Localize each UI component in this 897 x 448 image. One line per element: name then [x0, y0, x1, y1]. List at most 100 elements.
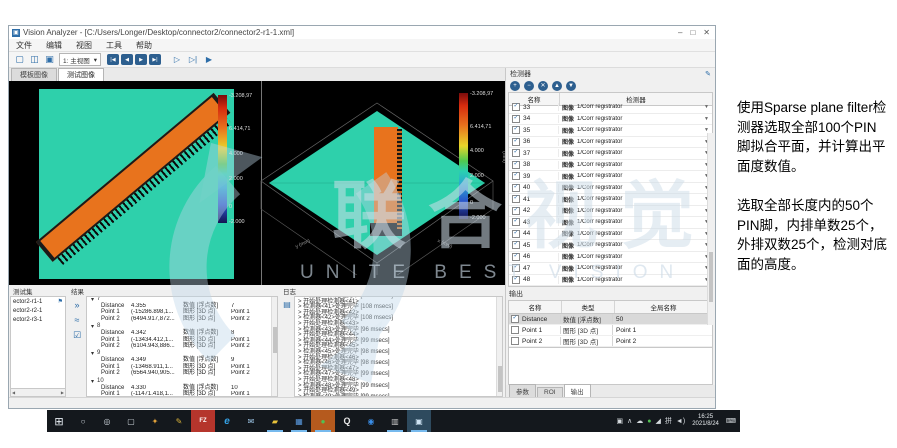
detector-row[interactable]: 35 图像 1/Corr registrator ▼ — [509, 125, 712, 137]
registrator-select[interactable]: 图像 1/Corr registrator ▼ — [559, 126, 712, 135]
onedrive-cloud-icon[interactable]: ☁ — [636, 417, 643, 425]
filezilla-icon[interactable]: FZ — [191, 410, 215, 432]
output-checkbox[interactable] — [511, 337, 519, 345]
outlook-icon[interactable]: ▦ — [287, 410, 311, 432]
detector-checkbox[interactable] — [512, 276, 520, 284]
result-row[interactable]: Point 2 (6564.940,905... 图形 [3D 点] Point… — [87, 370, 277, 376]
detector-checkbox[interactable] — [512, 184, 520, 192]
detector-checkbox[interactable] — [512, 149, 520, 157]
detector-row[interactable]: 37 图像 1/Corr registrator ▼ — [509, 148, 712, 160]
capture-app-icon[interactable]: ✦ — [143, 410, 167, 432]
detector-checkbox[interactable] — [512, 253, 520, 261]
maximize-button[interactable]: □ — [690, 28, 695, 37]
wechat-tray-icon[interactable]: ● — [647, 418, 651, 425]
menu-item[interactable]: 文件 — [9, 40, 39, 51]
registrator-select[interactable]: 图像 1/Corr registrator ▼ — [559, 103, 712, 112]
menu-item[interactable]: 工具 — [99, 40, 129, 51]
result-row[interactable]: Point 2 (6104.943,886... 图形 [3D 点] Point… — [87, 343, 277, 349]
image-tab[interactable]: 模板图像 — [11, 68, 57, 81]
output-row[interactable]: Point 2 图形 [3D 点] Point 2 — [509, 336, 712, 347]
run-step-button[interactable]: ▷| — [186, 55, 200, 64]
scroll-right-icon[interactable]: ▶ — [61, 390, 64, 395]
menu-item[interactable]: 视图 — [69, 40, 99, 51]
output-col-type[interactable]: 类型 — [562, 301, 615, 313]
remove-detector-button[interactable]: − — [524, 81, 534, 91]
detector-checkbox[interactable] — [512, 207, 520, 215]
registrator-select[interactable]: 图像 1/Corr registrator ▼ — [559, 137, 712, 146]
run-all-button[interactable]: ▶ — [202, 55, 216, 64]
registrator-select[interactable]: 图像 1/Corr registrator ▼ — [559, 183, 712, 192]
vision-analyzer-taskbar-icon[interactable]: ▣ — [407, 410, 431, 432]
registrator-select[interactable]: 图像 1/Corr registrator ▼ — [559, 218, 712, 227]
menu-item[interactable]: 帮助 — [129, 40, 159, 51]
output-col-global[interactable]: 全局名称 — [615, 301, 712, 313]
registrator-select[interactable]: 图像 1/Corr registrator ▼ — [559, 195, 712, 204]
output-row[interactable]: Point 1 图形 [3D 点] Point 1 — [509, 325, 712, 336]
next-frame-button[interactable]: ▶ — [135, 54, 147, 65]
print-log-icon[interactable]: ▤ — [283, 300, 291, 397]
collapse-icon[interactable]: ▾ — [91, 350, 94, 357]
ime-icon[interactable]: 拼 — [665, 416, 672, 426]
tray-app-icon[interactable]: ▣ — [617, 417, 624, 425]
log-list[interactable]: > 检测器<40>处理完毕 [108 msecs]> 开始处理检测器<41>> … — [294, 296, 503, 397]
menu-item[interactable]: 编辑 — [39, 40, 69, 51]
result-row[interactable]: Point 2 (6494.917,872... 图形 [3D 点] Point… — [87, 316, 277, 322]
browser-icon[interactable]: ◉ — [359, 410, 383, 432]
detector-checkbox[interactable] — [512, 218, 520, 226]
report-results-icon[interactable]: ☑ — [73, 330, 81, 341]
image-viewport[interactable]: 6.414,714.0002.0000-2.000-3.208,97 — [9, 81, 505, 285]
results-group-header[interactable]: ▾ 8 — [87, 322, 277, 330]
detector-checkbox[interactable] — [512, 230, 520, 238]
results-group-header[interactable]: ▾ 10 — [87, 377, 277, 385]
collapse-icon[interactable]: ▾ — [91, 378, 94, 385]
collapse-icon[interactable]: ▾ — [91, 323, 94, 330]
network-icon[interactable]: ◢ — [656, 417, 661, 425]
testset-item[interactable]: ector2-r1-1 ⚑ — [11, 297, 65, 306]
detector-checkbox[interactable] — [512, 172, 520, 180]
log-scrollbar[interactable] — [496, 297, 502, 396]
image-tab[interactable]: 测试图像 — [58, 68, 104, 81]
volume-icon[interactable]: ◄) — [676, 418, 685, 425]
detector-row[interactable]: 36 图像 1/Corr registrator ▼ — [509, 137, 712, 149]
output-col-name[interactable]: 名称 — [509, 301, 562, 313]
detector-checkbox[interactable] — [512, 115, 520, 123]
detector-checkbox[interactable] — [512, 241, 520, 249]
detector-bottom-tab[interactable]: 输出 — [564, 384, 591, 397]
task-view-icon[interactable]: ▢ — [119, 410, 143, 432]
title-bar[interactable]: ▣ Vision Analyzer - [C:/Users/Longer/Des… — [9, 26, 715, 39]
detector-row[interactable]: 42 图像 1/Corr registrator ▼ — [509, 206, 712, 218]
explorer-icon[interactable]: ▰ — [263, 410, 287, 432]
detector-row[interactable]: 41 图像 1/Corr registrator ▼ — [509, 194, 712, 206]
qq-icon[interactable]: Q — [335, 410, 359, 432]
detector-bottom-tab[interactable]: 参数 — [509, 384, 536, 397]
prev-frame-button[interactable]: ◀ — [121, 54, 133, 65]
search-icon[interactable]: ○ — [71, 410, 95, 432]
open-file-icon[interactable]: ◫ — [28, 54, 41, 65]
detector-row[interactable]: 40 图像 1/Corr registrator ▼ — [509, 183, 712, 195]
detector-row[interactable]: 44 图像 1/Corr registrator ▼ — [509, 229, 712, 241]
detector-row[interactable]: 33 图像 1/Corr registrator ▼ — [509, 102, 712, 114]
move-up-button[interactable]: ▲ — [552, 81, 562, 91]
mail-icon[interactable]: ✉ — [239, 410, 263, 432]
testset-item[interactable]: ector2-r3-1 ⚑ — [11, 315, 65, 324]
view-select[interactable]: 1: 主视图 ▾ — [59, 53, 101, 66]
run-button[interactable]: ▷ — [170, 55, 184, 64]
detector-row[interactable]: 39 图像 1/Corr registrator ▼ — [509, 171, 712, 183]
registrator-select[interactable]: 图像 1/Corr registrator ▼ — [559, 160, 712, 169]
touch-keyboard-icon[interactable]: ⌨ — [726, 417, 736, 425]
registrator-select[interactable]: 图像 1/Corr registrator ▼ — [559, 264, 712, 273]
add-detector-button[interactable]: + — [510, 81, 520, 91]
registrator-select[interactable]: 图像 1/Corr registrator ▼ — [559, 252, 712, 261]
collapse-icon[interactable]: ▾ — [91, 296, 94, 303]
registrator-select[interactable]: 图像 1/Corr registrator ▼ — [559, 275, 712, 284]
detector-scrollbar[interactable] — [707, 133, 714, 325]
detector-row[interactable]: 46 图像 1/Corr registrator ▼ — [509, 252, 712, 264]
compare-results-icon[interactable]: ≈ — [75, 315, 80, 325]
registrator-select[interactable]: 图像 1/Corr registrator ▼ — [559, 114, 712, 123]
detector-row[interactable]: 34 图像 1/Corr registrator ▼ — [509, 114, 712, 126]
delete-detector-button[interactable]: ✕ — [538, 81, 548, 91]
move-down-button[interactable]: ▼ — [566, 81, 576, 91]
edge-icon[interactable]: e — [215, 410, 239, 432]
results-scrollbar[interactable] — [271, 297, 277, 396]
panel-pin-icon[interactable]: ✎ — [705, 70, 711, 78]
